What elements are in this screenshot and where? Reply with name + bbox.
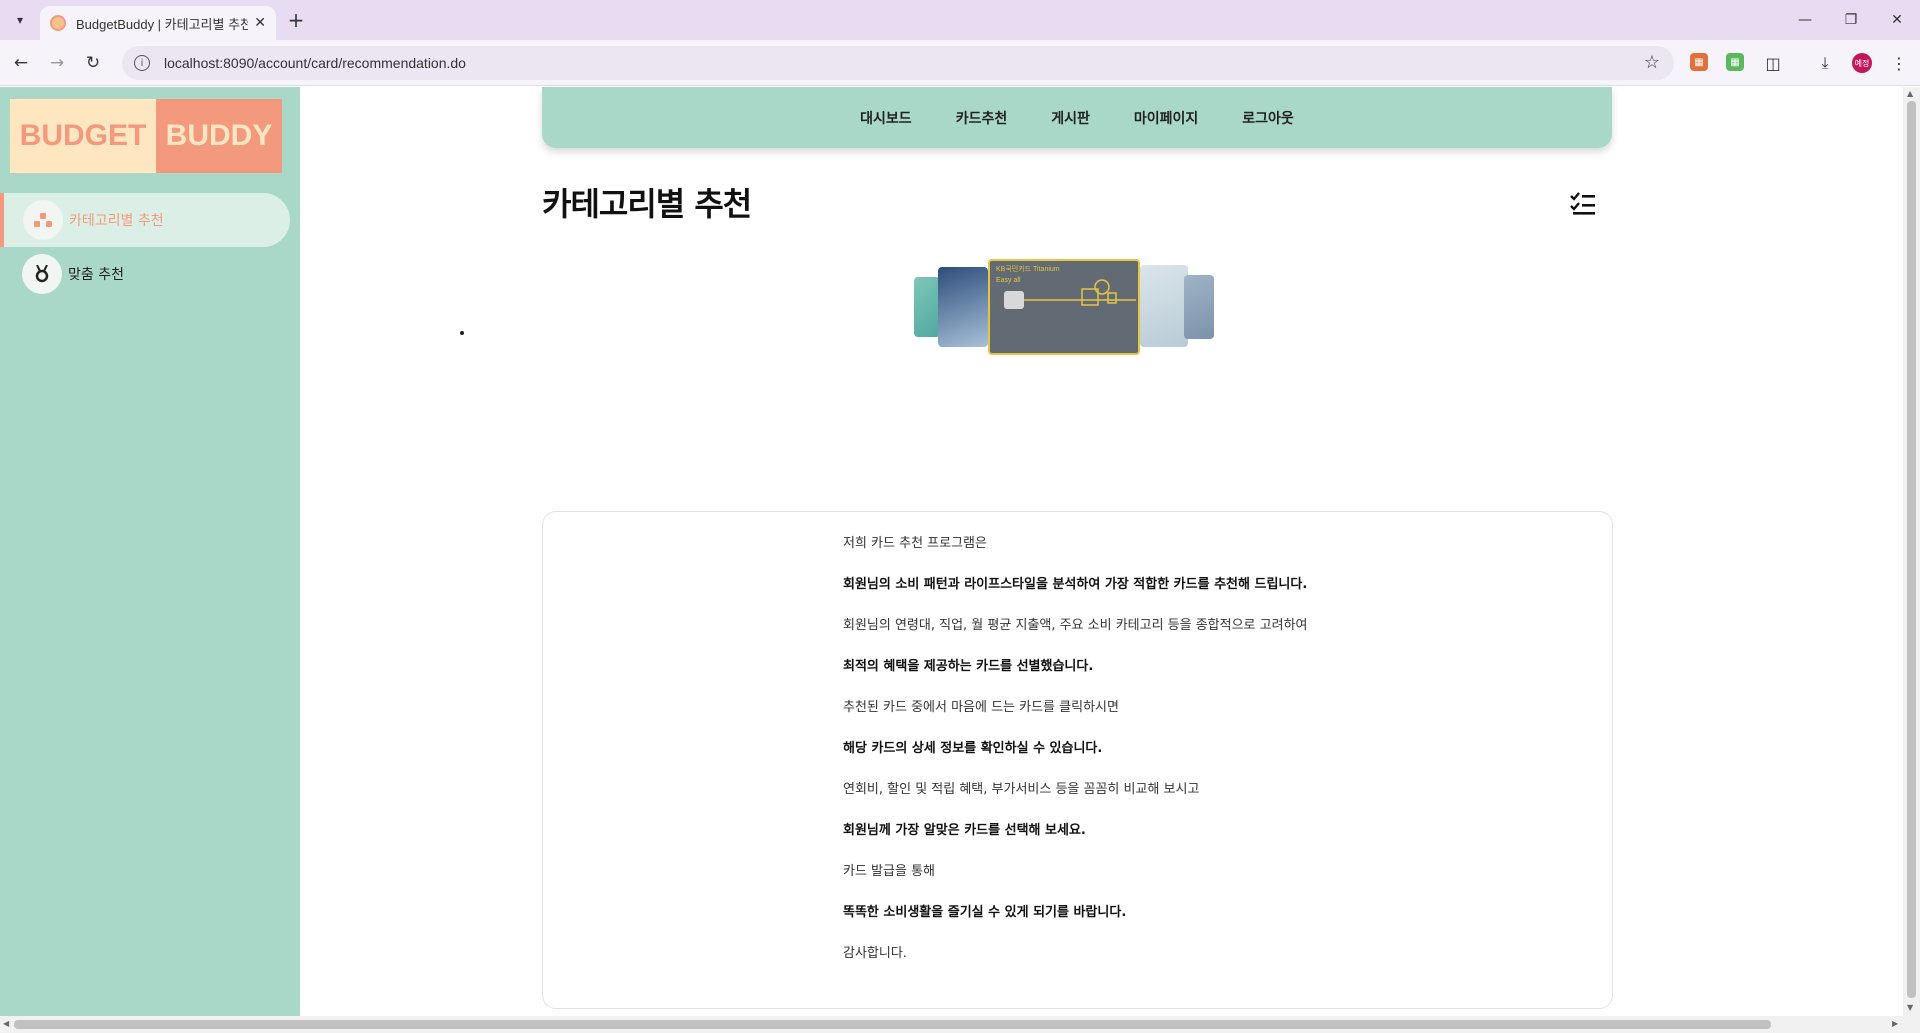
download-icon[interactable]: ⤓ <box>1814 52 1836 74</box>
info-line: 해당 카드의 상세 정보를 확인하실 수 있습니다. <box>843 741 1103 756</box>
sidebar-item-category-recommend[interactable]: 카테고리별 추천 <box>0 193 290 247</box>
card-thumbnail[interactable] <box>914 277 940 337</box>
logo-text-buddy: BUDDY <box>165 119 273 152</box>
scroll-up-arrow-icon[interactable]: ▲ <box>1907 89 1913 98</box>
info-line: 연회비, 할인 및 적립 혜택, 부가서비스 등을 꼼꼼히 비교해 보시고 <box>843 782 1200 797</box>
decorative-dot <box>460 331 464 335</box>
page-viewport: BUDGET BUDDY 카테고리별 추천 맞춤 추천 대시보드 카드추천 게시… <box>0 87 1920 1033</box>
close-tab-icon[interactable]: ✕ <box>254 15 266 31</box>
scroll-down-arrow-icon[interactable]: ▼ <box>1907 1003 1913 1012</box>
info-line: 감사합니다. <box>843 946 907 961</box>
sidebar-item-label: 카테고리별 추천 <box>69 213 164 229</box>
extensions-puzzle-icon[interactable]: ◫ <box>1762 52 1784 74</box>
forward-arrow-icon[interactable]: → <box>44 50 70 76</box>
vertical-scroll-thumb[interactable] <box>1907 101 1916 998</box>
card-thumbnail[interactable] <box>938 267 988 347</box>
info-line: 저희 카드 추천 프로그램은 <box>843 536 987 551</box>
featured-card-name: KB국민카드 Titanium <box>996 266 1060 273</box>
scroll-right-arrow-icon[interactable]: ▶ <box>1892 1019 1898 1028</box>
browser-toolbar: ← → ↻ i localhost:8090/account/card/reco… <box>0 40 1920 86</box>
info-line: 회원님께 가장 알맞은 카드를 선택해 보세요. <box>843 823 1086 838</box>
browser-tab-active[interactable]: BudgetBuddy | 카테고리별 추천 ✕ <box>40 6 276 40</box>
sidebar-item-label: 맞춤 추천 <box>68 267 124 283</box>
window-close-icon[interactable]: ✕ <box>1882 8 1912 32</box>
address-bar-url[interactable]: localhost:8090/account/card/recommendati… <box>164 55 466 71</box>
horizontal-scrollbar[interactable]: ◀ ▶ <box>0 1016 1920 1033</box>
card-carousel[interactable]: KB국민카드 Titanium Easy all <box>912 259 1216 355</box>
page-title: 카테고리별 추천 <box>542 185 752 223</box>
medal-icon <box>22 254 62 294</box>
nav-mypage[interactable]: 마이페이지 <box>1134 108 1198 128</box>
new-tab-plus-icon[interactable]: + <box>284 8 308 32</box>
extension-icon[interactable]: ▦ <box>1726 53 1744 71</box>
restore-icon[interactable]: ❐ <box>1836 8 1866 32</box>
featured-card-sub: Easy all <box>996 277 1021 284</box>
scroll-left-arrow-icon[interactable]: ◀ <box>3 1019 9 1028</box>
browser-tab-bar: ▾ BudgetBuddy | 카테고리별 추천 ✕ + — ❐ ✕ <box>0 0 1920 40</box>
nav-logout[interactable]: 로그아웃 <box>1242 108 1294 128</box>
info-line: 회원님의 소비 패턴과 라이프스타일을 분석하여 가장 적합한 카드를 추천해 … <box>843 577 1308 592</box>
recommendation-info-box: 저희 카드 추천 프로그램은 회원님의 소비 패턴과 라이프스타일을 분석하여 … <box>542 511 1613 1009</box>
card-featured[interactable]: KB국민카드 Titanium Easy all <box>988 259 1140 355</box>
card-thumbnail[interactable] <box>1184 275 1214 339</box>
extension-icon[interactable]: ▦ <box>1690 53 1708 71</box>
favicon-icon <box>50 15 66 31</box>
tab-title: BudgetBuddy | 카테고리별 추천 <box>76 16 249 32</box>
address-bar[interactable]: i localhost:8090/account/card/recommenda… <box>122 46 1674 80</box>
nav-dashboard[interactable]: 대시보드 <box>860 108 912 128</box>
info-line: 회원님의 연령대, 직업, 월 평균 지출액, 주요 소비 카테고리 등을 종합… <box>843 618 1308 633</box>
more-menu-icon[interactable]: ⋮ <box>1888 52 1910 74</box>
nav-board[interactable]: 게시판 <box>1051 108 1090 128</box>
info-line: 똑똑한 소비생활을 즐기실 수 있게 되기를 바랍니다. <box>843 905 1127 920</box>
vertical-scrollbar[interactable]: ▲ ▼ <box>1903 87 1920 1016</box>
nav-card-recommend[interactable]: 카드추천 <box>956 108 1008 128</box>
reload-icon[interactable]: ↻ <box>80 50 106 76</box>
info-line: 카드 발급을 통해 <box>843 864 935 879</box>
budgetbuddy-logo[interactable]: BUDGET BUDDY <box>10 99 282 173</box>
info-line: 추천된 카드 중에서 마음에 드는 카드를 클릭하시면 <box>843 700 1119 715</box>
profile-avatar[interactable]: 예정 <box>1852 53 1872 73</box>
minimize-icon[interactable]: — <box>1790 8 1820 32</box>
category-icon <box>23 200 63 240</box>
checklist-icon[interactable] <box>1570 191 1596 217</box>
horizontal-scroll-thumb[interactable] <box>14 1020 1771 1029</box>
bookmark-star-icon[interactable]: ☆ <box>1644 52 1660 73</box>
card-thumbnail[interactable] <box>1140 265 1188 347</box>
back-arrow-icon[interactable]: ← <box>8 50 34 76</box>
top-navigation: 대시보드 카드추천 게시판 마이페이지 로그아웃 <box>542 87 1612 148</box>
sidebar: BUDGET BUDDY 카테고리별 추천 맞춤 추천 <box>0 87 300 1016</box>
logo-text-budget: BUDGET <box>19 119 147 152</box>
info-line: 최적의 혜택을 제공하는 카드를 선별했습니다. <box>843 659 1094 674</box>
site-info-icon[interactable]: i <box>134 55 150 71</box>
tab-search-chevron-icon[interactable]: ▾ <box>8 8 32 32</box>
sidebar-item-custom-recommend[interactable]: 맞춤 추천 <box>0 247 290 301</box>
